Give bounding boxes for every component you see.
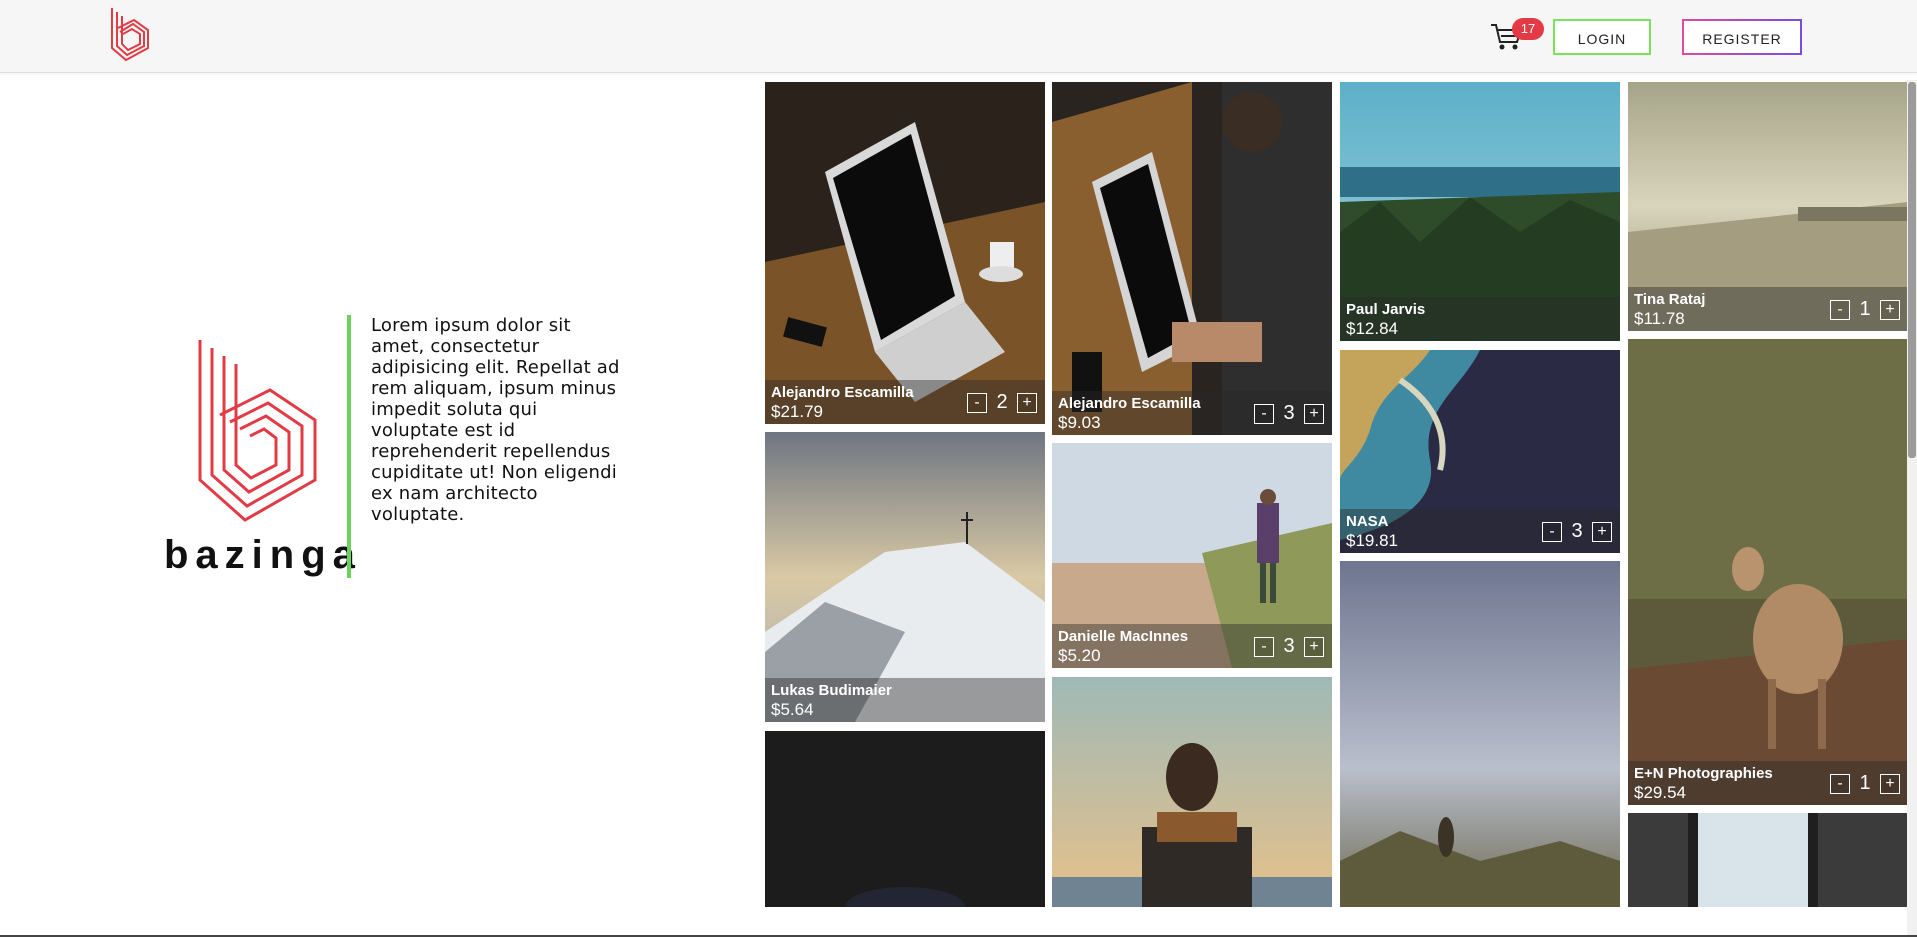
decrement-button[interactable]: - <box>1254 636 1274 657</box>
quantity-value: 3 <box>1571 520 1583 542</box>
increment-button[interactable]: + <box>1880 299 1900 320</box>
quantity-stepper: - 3 + <box>1542 520 1612 543</box>
gallery-tile[interactable]: Danielle MacInnes $5.20 - 3 + <box>1052 443 1332 668</box>
increment-button[interactable]: + <box>1304 403 1324 424</box>
tile-caption: Tina Rataj $11.78 - 1 + <box>1628 287 1908 331</box>
tile-author: Tina Rataj <box>1634 291 1706 308</box>
tile-caption: Alejandro Escamilla $21.79 - 2 + <box>765 380 1045 424</box>
tile-author: Lukas Budimaier <box>771 682 892 699</box>
quantity-stepper: - 3 + <box>1254 635 1324 658</box>
tile-author: NASA <box>1346 513 1389 530</box>
tile-caption: E+N Photographies $29.54 - 1 + <box>1628 761 1908 805</box>
deer-forest-photo <box>1628 339 1908 805</box>
quantity-value: 2 <box>996 391 1008 413</box>
login-button[interactable]: LOGIN <box>1553 19 1651 55</box>
tile-caption: Alejandro Escamilla $9.03 - 3 + <box>1052 391 1332 435</box>
quantity-value: 3 <box>1283 402 1295 424</box>
misty-hill-photo <box>1340 561 1620 907</box>
decrement-button[interactable]: - <box>1830 299 1850 320</box>
person-sunset-photo <box>1052 677 1332 907</box>
gallery-tile[interactable]: Tina Rataj $11.78 - 1 + <box>1628 82 1908 331</box>
dark-photo <box>765 731 1045 907</box>
gallery-tile[interactable] <box>765 731 1045 907</box>
cart-count-badge: 17 <box>1512 18 1544 40</box>
gallery-tile[interactable] <box>1628 813 1908 907</box>
bazinga-logo-icon[interactable] <box>108 4 154 68</box>
tile-caption: Lukas Budimaier $5.64 <box>765 678 1045 722</box>
increment-button[interactable]: + <box>1880 773 1900 794</box>
laptop-desk-photo <box>765 82 1045 424</box>
tile-author: Paul Jarvis <box>1346 301 1426 318</box>
quantity-value: 3 <box>1283 635 1295 657</box>
hero-divider <box>347 315 351 578</box>
tile-author: E+N Photographies <box>1634 765 1773 782</box>
increment-button[interactable]: + <box>1304 636 1324 657</box>
tile-caption: NASA $19.81 - 3 + <box>1340 509 1620 553</box>
window-interior-photo <box>1628 813 1908 907</box>
hero-description: Lorem ipsum dolor sit amet, consectetur … <box>371 315 620 525</box>
quantity-value: 1 <box>1859 298 1871 320</box>
gallery-tile[interactable]: Paul Jarvis $12.84 <box>1340 82 1620 341</box>
person-laptop-photo <box>1052 82 1332 435</box>
gallery-tile[interactable]: Lukas Budimaier $5.64 <box>765 432 1045 722</box>
quantity-value: 1 <box>1859 772 1871 794</box>
gallery-tile[interactable] <box>1052 677 1332 907</box>
tile-price: $12.84 <box>1346 319 1398 338</box>
top-navbar: 17 LOGIN REGISTER <box>0 0 1917 73</box>
tile-caption: Paul Jarvis $12.84 <box>1340 297 1620 341</box>
increment-button[interactable]: + <box>1017 392 1037 413</box>
decrement-button[interactable]: - <box>967 392 987 413</box>
quantity-stepper: - 1 + <box>1830 772 1900 795</box>
decrement-button[interactable]: - <box>1542 521 1562 542</box>
quantity-stepper: - 1 + <box>1830 298 1900 321</box>
tile-price: $5.64 <box>771 700 814 719</box>
gallery-tile[interactable]: E+N Photographies $29.54 - 1 + <box>1628 339 1908 805</box>
quantity-stepper: - 3 + <box>1254 402 1324 425</box>
tile-author: Alejandro Escamilla <box>771 384 914 401</box>
quantity-stepper: - 2 + <box>967 391 1037 414</box>
register-button[interactable]: REGISTER <box>1682 19 1802 55</box>
increment-button[interactable]: + <box>1592 521 1612 542</box>
gallery-tile[interactable]: NASA $19.81 - 3 + <box>1340 350 1620 553</box>
tile-author: Alejandro Escamilla <box>1058 395 1201 412</box>
gallery-tile[interactable]: Alejandro Escamilla $9.03 - 3 + <box>1052 82 1332 435</box>
bazinga-hero-logo-icon <box>198 340 317 522</box>
tile-author: Danielle MacInnes <box>1058 628 1189 645</box>
gallery-tile[interactable]: Alejandro Escamilla $21.79 - 2 + <box>765 82 1045 424</box>
brand-name: bazinga <box>164 533 362 577</box>
scrollbar-thumb[interactable] <box>1908 82 1916 458</box>
decrement-button[interactable]: - <box>1830 773 1850 794</box>
tile-caption: Danielle MacInnes $5.20 - 3 + <box>1052 624 1332 668</box>
gallery-tile[interactable] <box>1340 561 1620 907</box>
decrement-button[interactable]: - <box>1254 403 1274 424</box>
